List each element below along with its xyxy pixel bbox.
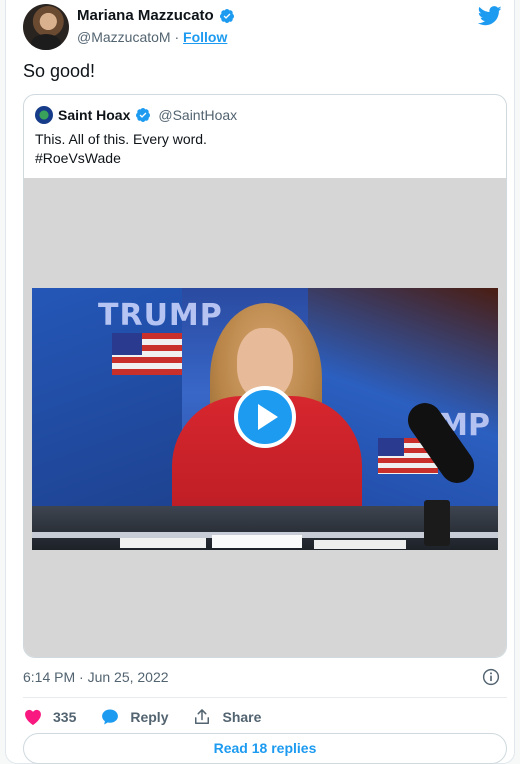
like-button[interactable]: 335 bbox=[23, 707, 76, 727]
quoted-tweet-text: This. All of this. Every word. #RoeVsWad… bbox=[35, 130, 207, 168]
twitter-logo-icon[interactable] bbox=[478, 6, 502, 26]
read-replies-button[interactable]: Read 18 replies bbox=[23, 733, 507, 764]
quoted-tweet[interactable]: Saint Hoax @SaintHoax This. All of this.… bbox=[23, 94, 507, 658]
video-thumbnail[interactable]: TRUMP UMP bbox=[32, 288, 498, 550]
follow-link[interactable]: Follow bbox=[183, 29, 227, 45]
desk-cup bbox=[424, 500, 450, 546]
reply-button[interactable]: Reply bbox=[100, 707, 168, 727]
share-label: Share bbox=[222, 709, 262, 725]
embedded-tweet-card: Mariana Mazzucato @MazzucatoM · Follow S… bbox=[5, 0, 515, 764]
info-icon[interactable] bbox=[482, 668, 500, 686]
author-name[interactable]: Mariana Mazzucato bbox=[77, 7, 214, 24]
desk-paper bbox=[314, 540, 406, 549]
hashtag-link[interactable]: #RoeVsWade bbox=[35, 149, 207, 168]
quoted-author-avatar[interactable] bbox=[35, 106, 53, 124]
tweet-actions: 335 Reply Share bbox=[23, 706, 285, 728]
background-sign-left: TRUMP bbox=[98, 298, 223, 333]
reply-label: Reply bbox=[130, 709, 169, 725]
divider bbox=[23, 697, 507, 698]
quoted-author-handle[interactable]: @SaintHoax bbox=[158, 107, 237, 123]
author-avatar[interactable] bbox=[23, 4, 69, 50]
separator-dot: · bbox=[170, 29, 184, 45]
verified-badge-icon bbox=[136, 108, 151, 123]
heart-icon bbox=[25, 709, 41, 725]
play-icon[interactable] bbox=[234, 386, 296, 448]
quoted-text-line: This. All of this. Every word. bbox=[35, 131, 207, 147]
desk-paper bbox=[212, 535, 302, 548]
tweet-text: So good! bbox=[23, 61, 96, 81]
tweet-header: Mariana Mazzucato @MazzucatoM · Follow bbox=[6, 0, 514, 56]
quoted-author-name[interactable]: Saint Hoax bbox=[58, 107, 130, 123]
author-handle-row: @MazzucatoM · Follow bbox=[77, 29, 227, 45]
author-handle[interactable]: @MazzucatoM bbox=[77, 29, 171, 45]
tweet-timestamp[interactable]: 6:14 PM · Jun 25, 2022 bbox=[23, 669, 169, 685]
verified-badge-icon bbox=[219, 8, 234, 23]
share-button[interactable]: Share bbox=[192, 707, 261, 727]
flag-image-left bbox=[112, 333, 182, 375]
quoted-tweet-header: Saint Hoax @SaintHoax bbox=[35, 106, 237, 124]
desk-paper bbox=[120, 538, 206, 548]
author-name-row: Mariana Mazzucato bbox=[77, 7, 235, 24]
like-count: 335 bbox=[53, 709, 77, 725]
media-container: TRUMP UMP bbox=[24, 178, 506, 657]
reply-bubble-icon bbox=[102, 709, 119, 725]
share-icon bbox=[195, 709, 210, 724]
